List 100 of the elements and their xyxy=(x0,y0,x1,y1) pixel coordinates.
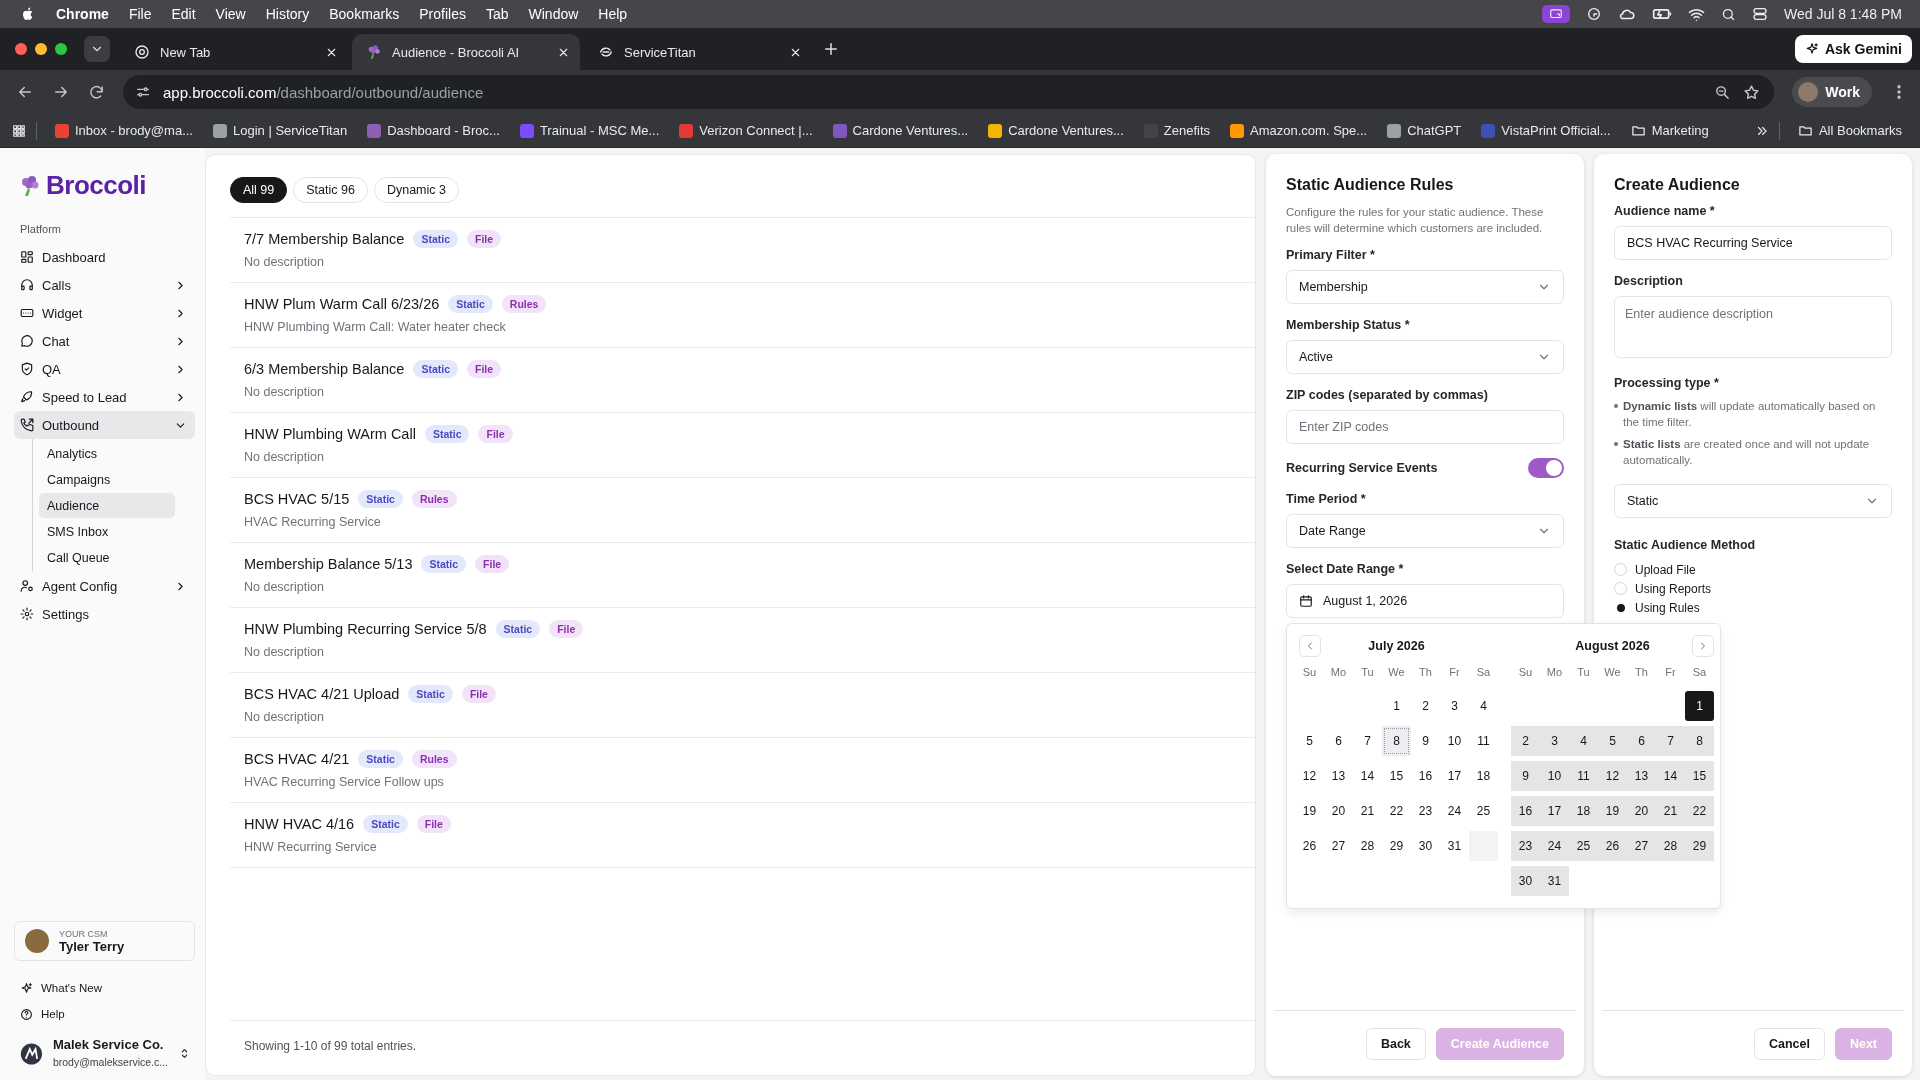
calendar-day[interactable]: 23 xyxy=(1511,831,1540,862)
calendar-day[interactable]: 14 xyxy=(1656,761,1685,792)
calendar-day[interactable]: 25 xyxy=(1569,831,1598,862)
bookmark[interactable]: Dashboard - Broc... xyxy=(359,119,508,142)
calendar-day[interactable]: 19 xyxy=(1295,796,1324,827)
toggle-switch[interactable] xyxy=(1528,458,1564,479)
select-field[interactable]: Date Range xyxy=(1286,514,1564,549)
menu-item[interactable]: Bookmarks xyxy=(329,6,400,22)
calendar-day[interactable]: 7 xyxy=(1353,726,1382,757)
plus-icon[interactable] xyxy=(822,40,840,58)
calendar-day[interactable]: 4 xyxy=(1469,691,1498,722)
radio-label[interactable]: Using Reports xyxy=(1635,581,1712,596)
nav-subitem[interactable]: Audience xyxy=(39,493,175,518)
calendar-day[interactable]: 1 xyxy=(1685,691,1714,722)
calendar-day[interactable]: 8 xyxy=(1685,726,1714,757)
star-icon[interactable] xyxy=(1743,83,1761,101)
calendar-day[interactable]: 6 xyxy=(1627,726,1656,757)
calendar-day[interactable]: 15 xyxy=(1685,761,1714,792)
calendar-day[interactable]: 24 xyxy=(1540,831,1569,862)
calendar-day[interactable]: 27 xyxy=(1324,831,1353,862)
address-bar[interactable]: app.broccoli.com/dashboard/outbound/audience xyxy=(123,75,1775,109)
calendar-day[interactable]: 20 xyxy=(1324,796,1353,827)
browser-tab[interactable]: ServiceTitan xyxy=(584,34,812,70)
bookmark[interactable]: VistaPrint Official... xyxy=(1473,119,1619,142)
calendar-day[interactable]: 10 xyxy=(1540,761,1569,792)
filter-tab[interactable]: All 99 xyxy=(230,177,288,203)
browser-tab[interactable]: New Tab xyxy=(120,34,348,70)
bookmark[interactable]: All Bookmarks xyxy=(1789,119,1910,142)
nav-subitem[interactable]: Call Queue xyxy=(39,545,175,570)
control-center-icon[interactable] xyxy=(1751,6,1768,22)
bookmark[interactable]: ChatGPT xyxy=(1379,119,1470,142)
footer-link[interactable]: What's New xyxy=(14,975,195,1002)
nav-subitem[interactable]: SMS Inbox xyxy=(39,519,175,544)
footer-link[interactable]: Help xyxy=(14,1001,195,1028)
audience-name[interactable]: BCS HVAC 4/21 xyxy=(244,751,350,767)
calendar-day[interactable]: 5 xyxy=(1598,726,1627,757)
calendar-day[interactable]: 16 xyxy=(1411,761,1440,792)
audience-name[interactable]: HNW Plumbing Recurring Service 5/8 xyxy=(244,621,487,637)
calendar-day[interactable]: 27 xyxy=(1627,831,1656,862)
bookmark[interactable]: Marketing xyxy=(1622,119,1717,142)
calendar-day[interactable]: 10 xyxy=(1440,726,1469,757)
calendar-day[interactable]: 6 xyxy=(1324,726,1353,757)
calendar-day[interactable]: 26 xyxy=(1598,831,1627,862)
bookmark[interactable]: Cardone Ventures... xyxy=(824,119,977,142)
calendar-day[interactable]: 7 xyxy=(1656,726,1685,757)
bookmark[interactable]: Trainual - MSC Me... xyxy=(511,119,668,142)
profile-button[interactable]: Work xyxy=(1792,77,1872,107)
select-field[interactable]: Membership xyxy=(1286,270,1564,305)
menu-item[interactable]: File xyxy=(128,6,152,22)
calendar-day[interactable]: 28 xyxy=(1656,831,1685,862)
calendar-day[interactable]: 13 xyxy=(1324,761,1353,792)
browser-tab[interactable]: Audience - Broccoli AI xyxy=(352,34,580,70)
nav-item[interactable]: Outbound xyxy=(14,411,195,439)
calendar-day[interactable]: 18 xyxy=(1469,761,1498,792)
calendar-day[interactable]: 9 xyxy=(1411,726,1440,757)
date-field[interactable]: August 1, 2026 xyxy=(1286,584,1564,619)
nav-item[interactable]: Widget xyxy=(14,299,195,327)
calendar-day[interactable]: 22 xyxy=(1685,796,1714,827)
filter-tab[interactable]: Static 96 xyxy=(293,177,368,203)
apps-grid-icon[interactable] xyxy=(12,123,26,138)
nav-item[interactable]: Settings xyxy=(14,600,195,628)
input-field[interactable]: BCS HVAC Recurring Service xyxy=(1614,226,1892,260)
calendar-day[interactable]: 12 xyxy=(1598,761,1627,792)
calendar-day[interactable]: 15 xyxy=(1382,761,1411,792)
calendar-day[interactable]: 26 xyxy=(1295,831,1324,862)
filter-tab[interactable]: Dynamic 3 xyxy=(373,177,459,203)
calendar-day[interactable]: 12 xyxy=(1295,761,1324,792)
radio-label[interactable]: Upload File xyxy=(1635,562,1696,577)
calendar-day[interactable]: 29 xyxy=(1685,831,1714,862)
bookmark[interactable]: Verizon Connect |... xyxy=(671,119,821,142)
menu-item[interactable]: View xyxy=(215,6,246,22)
app-menu[interactable]: Chrome xyxy=(56,6,109,22)
calendar-day[interactable]: 3 xyxy=(1440,691,1469,722)
calendar-day[interactable]: 2 xyxy=(1511,726,1540,757)
nav-item[interactable]: Agent Config xyxy=(14,572,195,600)
textarea-field[interactable]: Enter audience description xyxy=(1614,296,1892,358)
audience-name[interactable]: HNW Plumbing WArm Call xyxy=(244,426,416,442)
window-controls-icon[interactable] xyxy=(14,42,70,56)
ask-gemini-button[interactable]: Ask Gemini xyxy=(1794,35,1912,63)
back-button[interactable]: Back xyxy=(1365,1027,1426,1060)
calendar-day[interactable]: 2 xyxy=(1411,691,1440,722)
reload-icon[interactable] xyxy=(88,83,105,101)
calendar-day[interactable]: 4 xyxy=(1569,726,1598,757)
calendar-day[interactable]: 22 xyxy=(1382,796,1411,827)
calendar-day[interactable]: 30 xyxy=(1511,866,1540,897)
calendar-day[interactable]: 17 xyxy=(1540,796,1569,827)
zoom-icon[interactable] xyxy=(1714,83,1732,101)
audience-name[interactable]: BCS HVAC 4/21 Upload xyxy=(244,686,400,702)
calendar-day[interactable]: 21 xyxy=(1353,796,1382,827)
nav-item[interactable]: QA xyxy=(14,355,195,383)
radio-label[interactable]: Using Rules xyxy=(1635,600,1700,615)
calendar-day[interactable]: 30 xyxy=(1411,831,1440,862)
calendar-day[interactable]: 16 xyxy=(1511,796,1540,827)
calendar-day[interactable]: 23 xyxy=(1411,796,1440,827)
menu-item[interactable]: Window xyxy=(528,6,579,22)
calendar-day[interactable]: 28 xyxy=(1353,831,1382,862)
calendar-day[interactable]: 1 xyxy=(1382,691,1411,722)
nav-item[interactable]: Speed to Lead xyxy=(14,383,195,411)
calendar-day[interactable]: 20 xyxy=(1627,796,1656,827)
search-icon[interactable] xyxy=(1720,6,1736,22)
